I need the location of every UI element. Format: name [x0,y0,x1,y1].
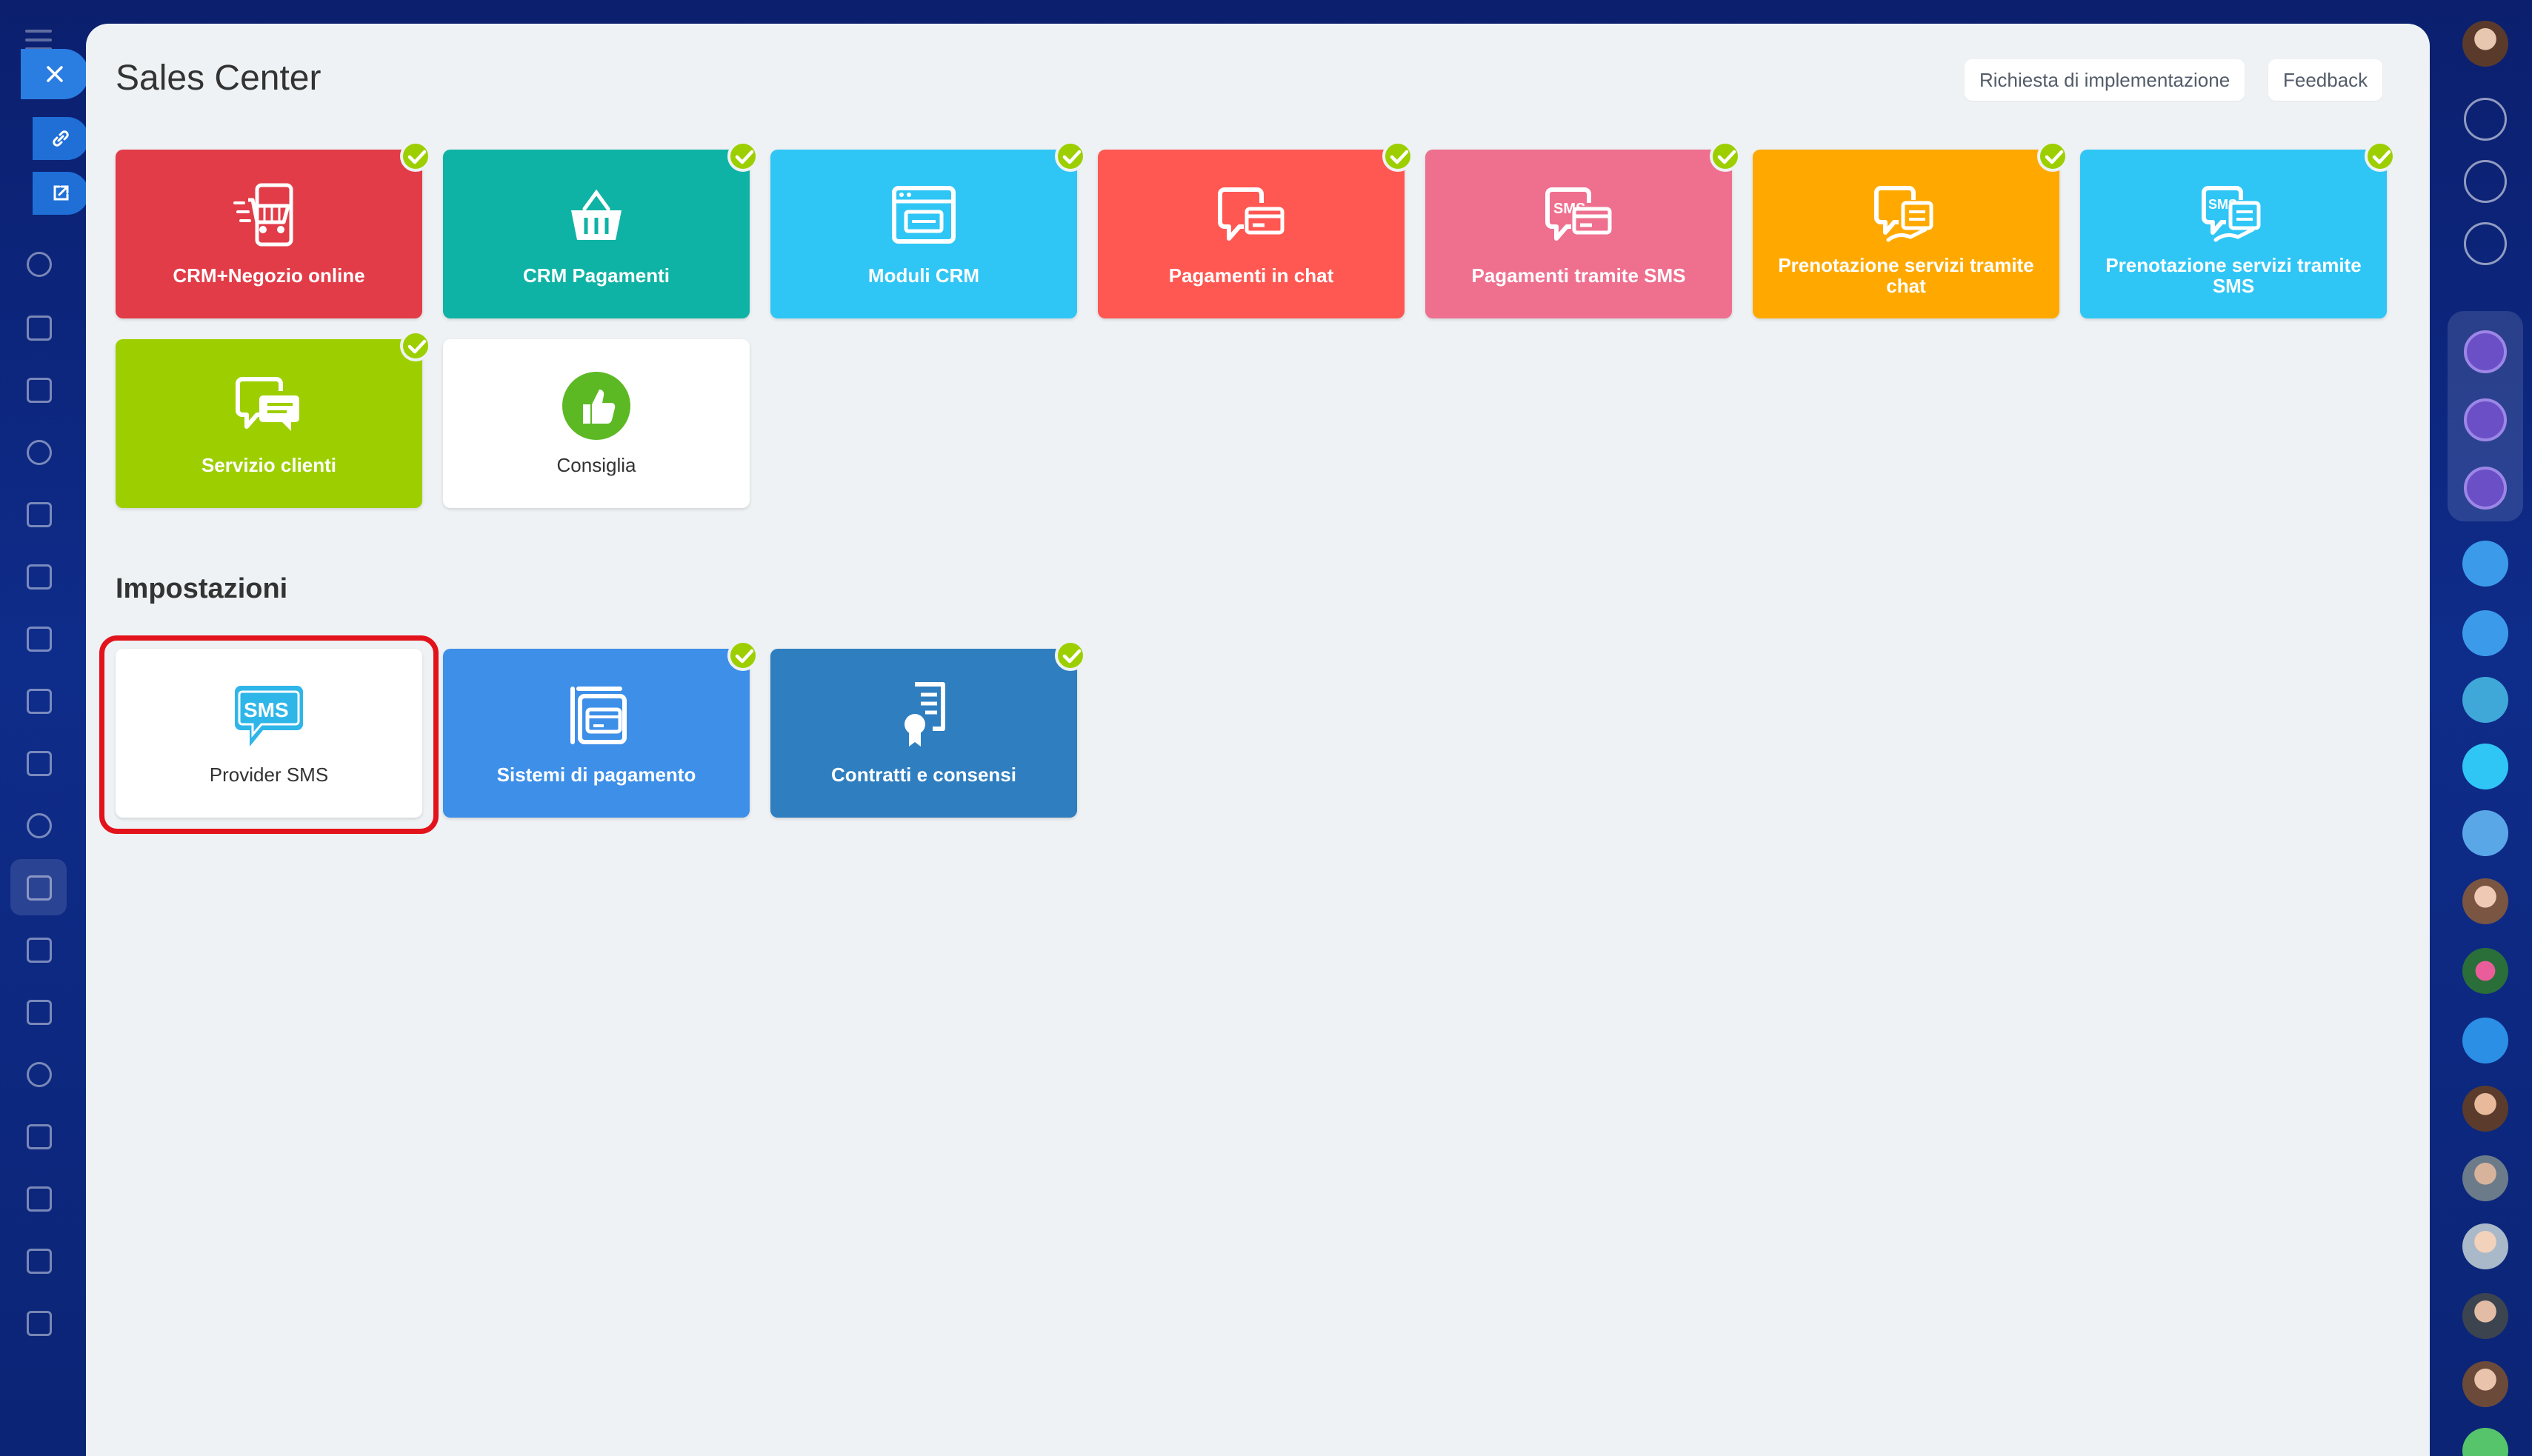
enabled-check-icon [400,330,431,361]
mail-icon[interactable] [27,751,52,776]
feedback-button[interactable]: Feedback [2268,59,2383,101]
automation-icon[interactable] [27,1249,52,1274]
copilot-chat-icon[interactable] [2464,330,2507,373]
contact-avatar[interactable] [2462,1293,2508,1339]
tile-sms-booking[interactable]: SMS Prenotazione servizi tramite SMS [2080,141,2396,318]
sms-booking-icon: SMS [2202,186,2261,242]
chat-booking-icon [1874,186,1933,242]
online-store-cart-icon [233,183,293,247]
user-avatar[interactable] [2462,21,2508,67]
calendar-chat-icon[interactable] [2462,541,2508,587]
contact-avatar[interactable] [2462,1361,2508,1407]
open-lines-chat-icon[interactable] [2462,744,2508,789]
tile-label: Moduli CRM [867,264,980,287]
link-icon [53,130,69,147]
enabled-check-icon [727,640,759,671]
tile-label: Consiglia [556,454,636,476]
sms-provider-highlight-frame [99,635,439,834]
tile-crm-forms[interactable]: Moduli CRM [770,141,1086,318]
tile-chat-booking[interactable]: Prenotazione servizi tramite chat [1753,141,2068,318]
chat-icon[interactable] [27,252,52,277]
marketing-icon[interactable] [27,1062,52,1087]
calendar-icon[interactable] [27,502,52,527]
enabled-check-icon [2365,141,2396,172]
store-cart-icon[interactable] [27,1124,52,1149]
employees-icon[interactable] [27,813,52,838]
tile-recommend[interactable]: Consiglia [443,339,750,508]
tile-customer-service[interactable]: Servizio clienti [116,330,431,508]
search-icon[interactable] [2464,222,2507,265]
implementation-request-button[interactable]: Richiesta di implementazione [1965,59,2245,101]
analytics-icon[interactable] [27,1311,52,1336]
copilot-icon[interactable] [2464,160,2507,203]
sign-icon[interactable] [27,1186,52,1212]
right-sidebar [2437,0,2532,1456]
tile-contracts-consents[interactable]: Contratti e consensi [770,640,1086,818]
tile-label: Sistemi di pagamento [496,764,696,786]
left-navigation-rail [0,0,89,1456]
feed-icon[interactable] [27,315,52,341]
sms-payment-icon: SMS [1545,187,1612,241]
tasks-icon[interactable] [27,378,52,403]
close-slider-button[interactable] [21,49,89,99]
boards-icon[interactable] [27,627,52,652]
contact-avatar[interactable] [2462,948,2508,994]
crm-icon[interactable] [27,440,52,465]
contacts-chat-icon[interactable] [2462,610,2508,656]
copilot-chat-icon[interactable] [2464,467,2507,510]
shopping-basket-icon [571,189,622,240]
contact-avatar[interactable] [2462,1086,2508,1132]
tasks-chat-icon[interactable] [2462,677,2508,723]
booking-icon[interactable] [27,938,52,963]
tile-label: Pagamenti tramite SMS [1471,264,1686,287]
close-icon [47,66,63,82]
chat-app-icon[interactable] [2462,1428,2508,1456]
enabled-check-icon [727,141,759,172]
customer-service-chat-icon [236,377,299,431]
notifications-bell-icon[interactable] [2464,98,2507,141]
web-form-icon [892,186,956,244]
tile-crm-online-store[interactable]: CRM+Negozio online [116,141,431,318]
tile-chat-payments[interactable]: Pagamenti in chat [1098,141,1413,318]
contract-certificate-icon [904,682,945,747]
sales-center-panel: Sales Center Richiesta di implementazion… [86,24,2430,1456]
tile-label: Servizio clienti [201,454,337,476]
payment-systems-icon [570,687,627,744]
enabled-check-icon [1055,640,1086,671]
bot-avatar[interactable] [2462,810,2508,856]
enabled-check-icon [2037,141,2068,172]
documents-icon[interactable] [27,564,52,590]
contact-center-icon[interactable] [27,689,52,714]
tile-label: Prenotazione servizi tramite chat [1778,254,2034,297]
tile-payment-systems[interactable]: Sistemi di pagamento [443,640,759,818]
enabled-check-icon [1055,141,1086,172]
tile-label: CRM Pagamenti [523,264,670,287]
copy-link-button[interactable] [33,117,89,160]
inventory-icon[interactable] [27,1000,52,1025]
tile-label: Prenotazione servizi tramite SMS [2105,254,2362,297]
open-in-new-window-button[interactable] [33,172,89,215]
copilot-chat-icon[interactable] [2464,398,2507,441]
page-title: Sales Center [116,59,322,98]
contact-avatar[interactable] [2462,878,2508,924]
tile-crm-payments[interactable]: CRM Pagamenti [443,141,759,318]
enabled-check-icon [1382,141,1413,172]
sales-funnel-icon[interactable] [27,875,52,901]
bookmark-chat-icon[interactable] [2462,1018,2508,1063]
enabled-check-icon [400,141,431,172]
contact-avatar[interactable] [2462,1223,2508,1269]
tile-label: Pagamenti in chat [1168,264,1334,287]
contact-avatar[interactable] [2462,1155,2508,1201]
settings-section-title: Impostazioni [116,573,288,604]
tile-sms-payments[interactable]: SMS Pagamenti tramite SMS [1425,141,1741,318]
thumbs-up-icon [562,372,630,440]
tile-label: CRM+Negozio online [173,264,365,287]
external-link-icon [53,185,69,201]
tile-label: Contratti e consensi [831,764,1016,786]
chat-payment-icon [1218,187,1285,241]
enabled-check-icon [1710,141,1741,172]
